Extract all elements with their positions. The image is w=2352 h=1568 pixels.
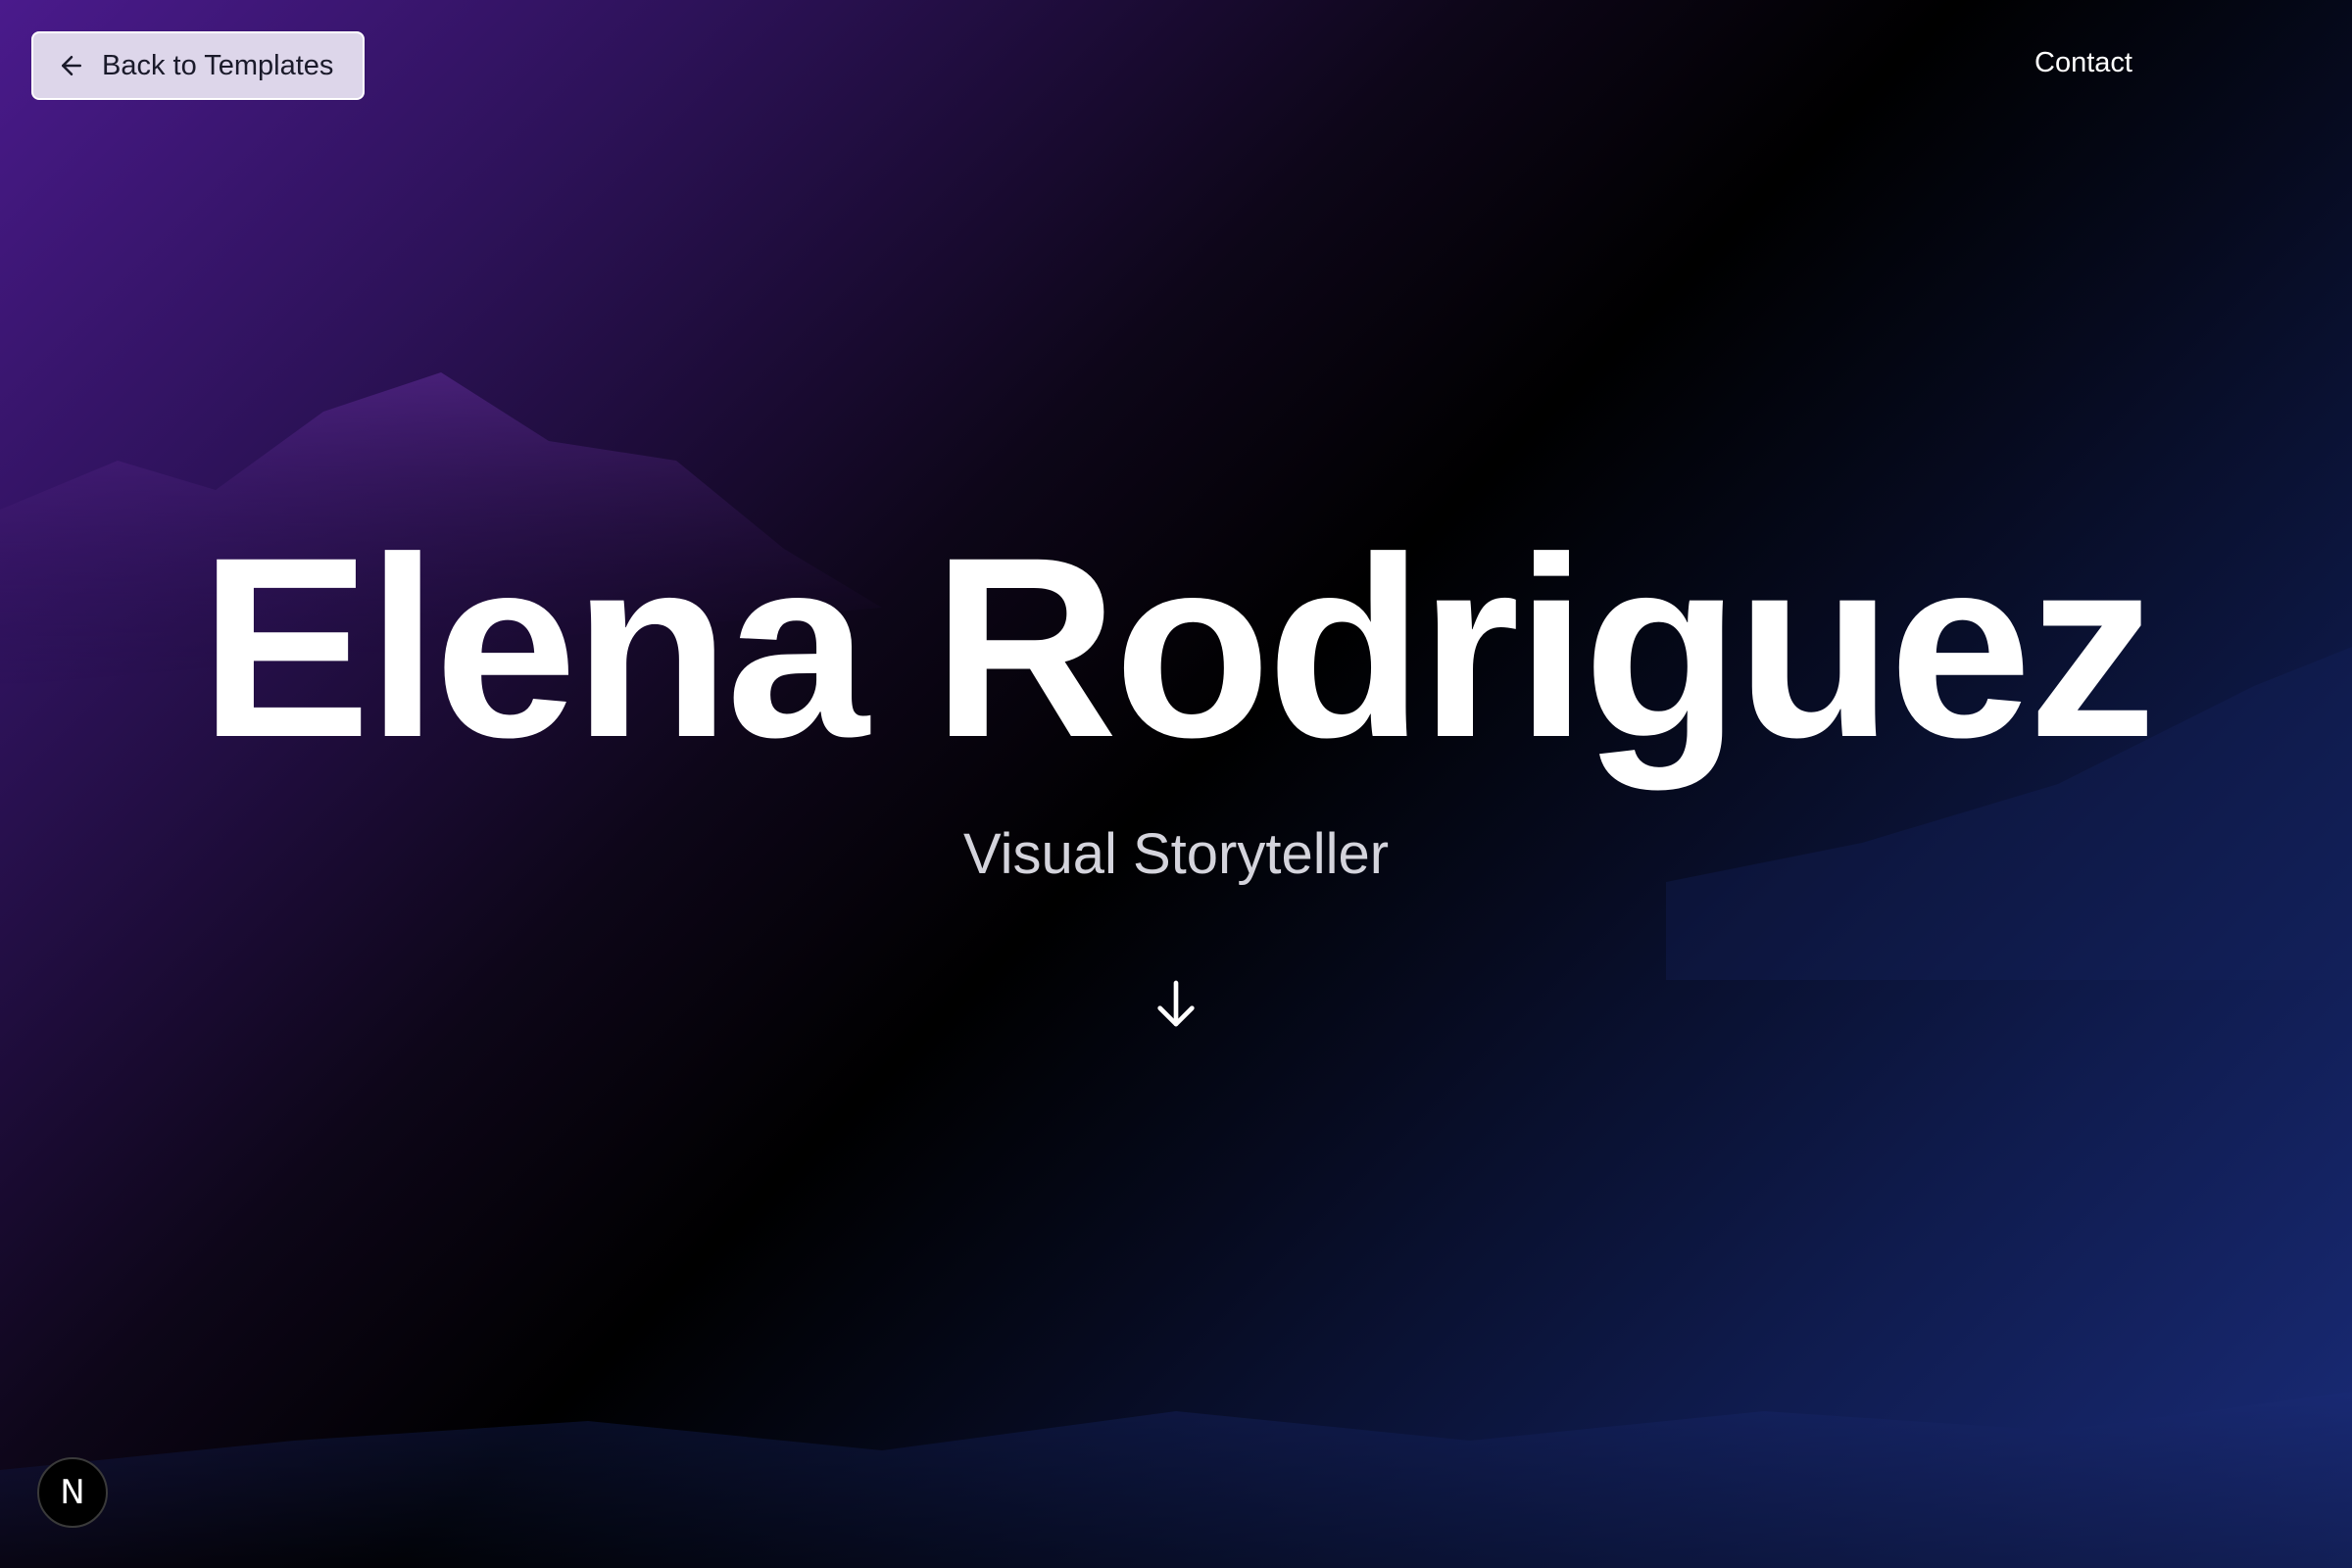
hero-subtitle: Visual Storyteller: [962, 822, 1390, 886]
nextjs-badge[interactable]: N: [37, 1457, 108, 1528]
arrow-left-icon: [62, 56, 81, 75]
back-to-templates-button[interactable]: Back to Templates: [31, 31, 365, 100]
back-button-label: Back to Templates: [102, 49, 334, 81]
arrow-down-icon[interactable]: [1149, 976, 1203, 1031]
nextjs-badge-letter: N: [60, 1473, 85, 1512]
hero-name: Elena Rodriguez: [199, 504, 2157, 791]
hero-section: Back to Templates Contact Elena Rodrigue…: [0, 0, 2352, 1568]
contact-link[interactable]: Contact: [2034, 47, 2132, 79]
